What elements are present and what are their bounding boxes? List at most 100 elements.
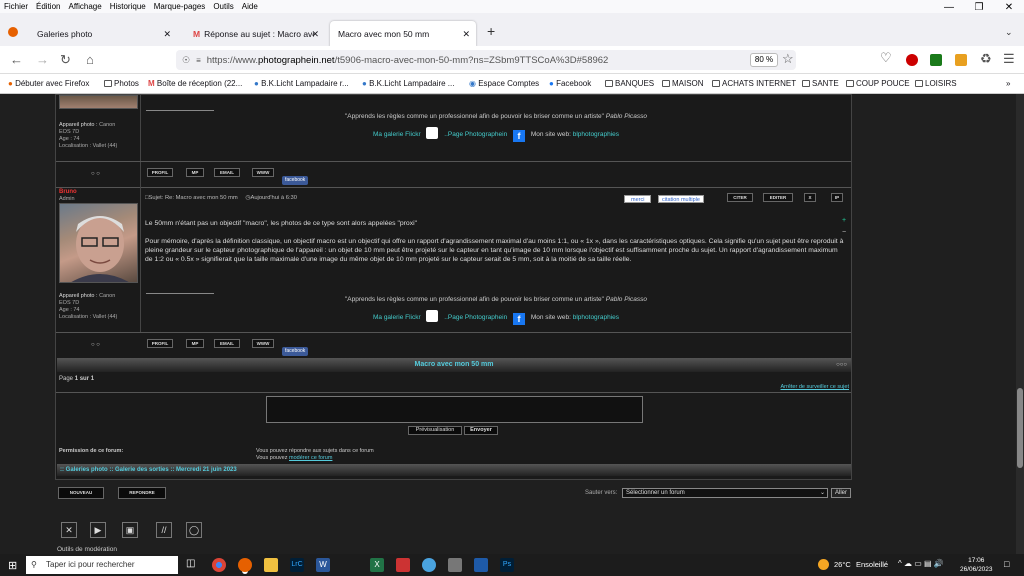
firefox-view-icon[interactable] bbox=[8, 27, 18, 37]
taskbar-search[interactable]: ⚲ Taper ici pour rechercher bbox=[26, 556, 178, 574]
home-icon[interactable]: ⌂ bbox=[86, 52, 94, 67]
bookmarks-overflow-icon[interactable]: » bbox=[1006, 79, 1010, 88]
reload-icon[interactable]: ↻ bbox=[60, 52, 71, 68]
bookmark-item[interactable]: SANTE bbox=[802, 79, 839, 88]
bookmark-star-icon[interactable]: ☆ bbox=[782, 51, 794, 67]
jump-select[interactable]: Sélectionner un forum ⌄ bbox=[622, 488, 828, 498]
lightroom-icon[interactable]: LrC bbox=[290, 558, 304, 572]
email-button[interactable]: EMAIL bbox=[214, 339, 240, 348]
site-link[interactable]: blphotographies bbox=[573, 131, 619, 138]
email-button[interactable]: EMAIL bbox=[214, 168, 240, 177]
site-link[interactable]: blphotographies bbox=[573, 314, 619, 321]
quick-reply-textarea[interactable] bbox=[266, 396, 643, 423]
url-bar[interactable]: ☉ ≡ https://www. photographein.net/t5906-… bbox=[176, 50, 796, 70]
repondre-button[interactable]: REPONDRE bbox=[118, 487, 166, 499]
shield-icon[interactable]: ☉ bbox=[182, 55, 190, 66]
unwatch-link[interactable]: Arrêter de surveiller ce sujet bbox=[781, 384, 849, 390]
word-icon[interactable]: W bbox=[316, 558, 330, 572]
menu-aide[interactable]: Aide bbox=[242, 2, 258, 11]
tab-galeries-photo[interactable]: Galeries photo ✕ bbox=[29, 21, 177, 47]
minimize-icon[interactable]: — bbox=[934, 0, 964, 18]
nouveau-button[interactable]: NOUVEAU bbox=[58, 487, 104, 499]
moderate-forum-link[interactable]: modérer ce forum bbox=[289, 455, 332, 461]
app-icon[interactable] bbox=[396, 558, 410, 572]
lock-icon[interactable]: ▣ bbox=[122, 522, 138, 538]
bookmark-item[interactable]: MAISON bbox=[662, 79, 704, 88]
bookmark-item[interactable]: LOISIRS bbox=[915, 79, 957, 88]
post2-nav-arrows-icon[interactable]: ○ ○ bbox=[91, 342, 100, 348]
ip-button[interactable]: IP bbox=[831, 193, 843, 202]
flickr-gallery-link[interactable]: Ma galerie Flickr bbox=[373, 314, 421, 321]
notifications-icon[interactable]: □ bbox=[1004, 559, 1009, 569]
flickr-gallery-link[interactable]: Ma galerie Flickr bbox=[373, 131, 421, 138]
extension-icon[interactable] bbox=[955, 54, 967, 66]
scrollbar-thumb[interactable] bbox=[1017, 388, 1023, 468]
photographein-page-link[interactable]: ..Page Photographein bbox=[444, 314, 507, 321]
www-button[interactable]: WWW bbox=[252, 339, 274, 348]
flickr-icon[interactable] bbox=[426, 310, 439, 322]
tab-reponse[interactable]: M Réponse au sujet : Macro avec m ✕ bbox=[185, 21, 325, 47]
photographein-page-link[interactable]: ..Page Photographein bbox=[444, 131, 507, 138]
citer-button[interactable]: CITER bbox=[727, 193, 753, 202]
merci-button[interactable]: merci bbox=[624, 195, 652, 203]
bookmark-item[interactable]: M Boîte de réception (22... bbox=[148, 79, 242, 88]
weather-icon[interactable] bbox=[818, 559, 829, 570]
lock-thread-x-icon[interactable]: ✕ bbox=[61, 522, 77, 538]
weather-temp[interactable]: 26°C bbox=[834, 560, 851, 569]
facebook-icon[interactable]: f bbox=[513, 313, 525, 325]
bookmark-item[interactable]: ● B.K.Licht Lampadaire ... bbox=[362, 79, 454, 88]
menu-marque-pages[interactable]: Marque-pages bbox=[154, 2, 206, 11]
bookmark-item[interactable]: BANQUES bbox=[605, 79, 654, 88]
windows-start-icon[interactable]: ⊞ bbox=[8, 559, 17, 572]
tab-list-icon[interactable]: ⌄ bbox=[1005, 27, 1013, 38]
forward-icon[interactable]: → bbox=[36, 52, 49, 67]
facebook-button[interactable]: facebook bbox=[282, 176, 309, 185]
post1-nav-arrows-icon[interactable]: ○ ○ bbox=[91, 171, 100, 177]
facebook-button[interactable]: facebook bbox=[282, 347, 309, 356]
bookmark-item[interactable]: ◉ Espace Comptes bbox=[469, 79, 539, 88]
bookmark-item[interactable]: COUP POUCE bbox=[846, 79, 910, 88]
chrome-icon[interactable] bbox=[212, 558, 226, 572]
bookmark-item[interactable]: ● B.K.Licht Lampadaire r... bbox=[254, 79, 349, 88]
mp-button[interactable]: MP bbox=[186, 168, 204, 177]
app-icon[interactable] bbox=[422, 558, 436, 572]
menu-affichage[interactable]: Affichage bbox=[68, 2, 101, 11]
photoshop-icon[interactable]: Ps bbox=[500, 558, 514, 572]
facebook-icon[interactable]: f bbox=[513, 130, 525, 142]
preview-button[interactable]: Prévisualisation bbox=[408, 426, 462, 435]
new-tab-icon[interactable]: + bbox=[487, 23, 495, 39]
hamburger-menu-icon[interactable]: ☰ bbox=[1003, 51, 1015, 67]
close-tab-icon[interactable]: ✕ bbox=[311, 29, 319, 40]
scrollbar-track[interactable] bbox=[1016, 94, 1024, 554]
excel-icon[interactable]: X bbox=[370, 558, 384, 572]
zoom-level[interactable]: 80 % bbox=[750, 53, 778, 67]
task-view-icon[interactable]: ◫ bbox=[186, 558, 195, 569]
menu-historique[interactable]: Historique bbox=[110, 2, 146, 11]
clock[interactable]: 17:06 26/06/2023 bbox=[960, 556, 993, 574]
pocket-icon[interactable]: ♡ bbox=[880, 50, 892, 66]
close-icon[interactable]: ✕ bbox=[994, 0, 1024, 18]
breadcrumb[interactable]: :: Galeries photo :: Galerie des sorties… bbox=[60, 467, 237, 473]
restore-icon[interactable]: ❐ bbox=[964, 0, 994, 18]
tray-icons[interactable]: ^ ☁ ▭ ▤ 🔊 bbox=[898, 559, 944, 568]
split-icon[interactable]: // bbox=[156, 522, 172, 538]
merge-icon[interactable]: ◯ bbox=[186, 522, 202, 538]
editer-button[interactable]: EDITER bbox=[763, 193, 793, 202]
flickr-icon[interactable] bbox=[426, 127, 439, 139]
extension-icon[interactable] bbox=[930, 54, 942, 66]
menu-fichier[interactable]: Fichier bbox=[4, 2, 28, 11]
www-button[interactable]: WWW bbox=[252, 168, 274, 177]
lock-icon[interactable]: ≡ bbox=[196, 56, 201, 65]
bookmark-item[interactable]: ● Débuter avec Firefox bbox=[8, 79, 89, 88]
citation-multiple-button[interactable]: citation multiple bbox=[658, 195, 704, 203]
file-explorer-icon[interactable] bbox=[264, 558, 278, 572]
extension-icon[interactable] bbox=[906, 54, 918, 66]
weather-desc[interactable]: Ensoleillé bbox=[856, 560, 888, 569]
menu-outils[interactable]: Outils bbox=[213, 2, 233, 11]
bookmark-item[interactable]: ACHATS INTERNET bbox=[712, 79, 796, 88]
firefox-icon[interactable] bbox=[238, 558, 252, 572]
back-icon[interactable]: ← bbox=[10, 52, 23, 67]
close-tab-icon[interactable]: ✕ bbox=[163, 29, 171, 40]
jump-go-button[interactable]: Aller bbox=[831, 488, 851, 498]
delete-button[interactable]: X bbox=[804, 193, 816, 202]
